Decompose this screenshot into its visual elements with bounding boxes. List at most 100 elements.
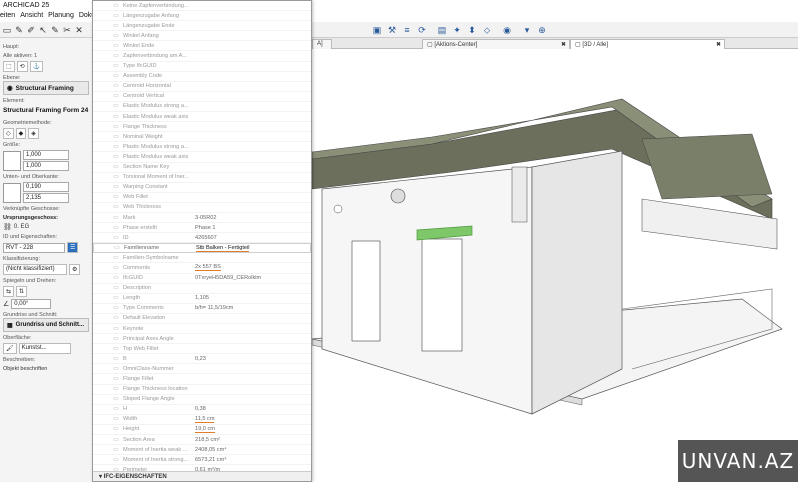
property-row[interactable]: ▭ Type Comments b/h= 11,5/19cm xyxy=(93,304,311,314)
property-row[interactable]: ▭ Elastic Modulus strong a... xyxy=(93,102,311,113)
classification-icon[interactable]: ⚙ xyxy=(69,264,81,275)
property-value[interactable]: 2x 557 BS xyxy=(195,264,221,272)
property-row[interactable]: ▭ Keynote xyxy=(93,324,311,335)
layers-icon[interactable]: ≡ xyxy=(402,25,412,35)
property-value[interactable]: 11,5 cm xyxy=(195,416,215,423)
property-row[interactable]: ▭ B 0,23 xyxy=(93,354,311,365)
property-row[interactable]: ▭ Plastic Modulus weak axis xyxy=(93,152,311,163)
property-row[interactable]: ▭ Height 19,0 cm xyxy=(93,425,311,436)
rotate-icon[interactable]: ⟲ xyxy=(16,61,28,72)
property-value[interactable]: 4265607 xyxy=(195,235,217,241)
property-row[interactable]: ▭ Elastic Modulus weak axis xyxy=(93,112,311,123)
property-value[interactable]: 2408,05 cm⁴ xyxy=(195,447,227,453)
menu-item-planung[interactable]: Planung xyxy=(48,12,74,22)
id-field[interactable]: RVT - 228 xyxy=(3,242,65,253)
property-row[interactable]: ▭ Type IfcGUID xyxy=(93,62,311,72)
property-row[interactable]: ▭ H 0,38 xyxy=(93,405,311,415)
ifc-section-header[interactable]: ▾ IFC-EIGENSCHAFTEN xyxy=(93,471,311,481)
properties-list-icon[interactable]: ☰ xyxy=(67,242,79,253)
property-row[interactable]: ▭ Keine Zapfenverbindung... xyxy=(93,1,311,12)
property-value[interactable]: 19,0 cm xyxy=(195,426,215,433)
property-row[interactable]: ▭ Warping Constant xyxy=(93,183,311,193)
selection-icon[interactable]: ▣ xyxy=(372,25,382,35)
property-value[interactable]: b/h= 11,5/19cm xyxy=(195,305,233,311)
property-row[interactable]: ▭ Principal Axes Angle xyxy=(93,334,311,345)
property-row[interactable]: ▭ Section Area 218,5 cm² xyxy=(93,435,311,446)
property-row[interactable]: ▭ Phase erstellt Phase 1 xyxy=(93,223,311,234)
property-row[interactable]: ▭ Zapfenverbindung am A... xyxy=(93,51,311,62)
pencil-icon[interactable]: ✎ xyxy=(14,25,24,35)
property-row[interactable]: ▭ ID 4265607 xyxy=(93,233,311,244)
property-row[interactable]: ▭ Web Fillet xyxy=(93,193,311,203)
rotate-view-icon[interactable]: ⟳ xyxy=(417,25,427,35)
tab-plan[interactable]: A] xyxy=(312,39,332,49)
label-object-button[interactable]: Objekt beschriften xyxy=(3,366,89,372)
3d-viewport[interactable] xyxy=(311,49,798,482)
property-row[interactable]: ▭ Moment of Inertia strong... 6573,21 cm⁴ xyxy=(93,455,311,466)
size-y-field[interactable]: 1,000 xyxy=(23,161,69,171)
property-row[interactable]: ▭ Längenzugabe Ende xyxy=(93,21,311,32)
property-row[interactable]: ▭ Moment of Inertia weak ... 2408,05 cm⁴ xyxy=(93,445,311,456)
property-row[interactable]: ▭ Description xyxy=(93,284,311,294)
property-row[interactable]: ▭ Flange Thickness location xyxy=(93,385,311,395)
property-value[interactable]: 0TxryeH5DA59_CERolklm xyxy=(195,275,261,281)
property-value[interactable]: 218,5 cm² xyxy=(195,437,220,443)
menu-item-bearbeiten[interactable]: eiten xyxy=(0,12,15,22)
property-row[interactable]: ▭ Winkel Ende xyxy=(93,41,311,52)
geometry-curved-icon[interactable]: ◈ xyxy=(28,128,39,139)
property-row[interactable]: ▭ Sloped Flange Angle xyxy=(93,395,311,405)
size-x-field[interactable]: 1,000 xyxy=(23,150,69,160)
anchor-icon[interactable]: ⚓ xyxy=(29,61,44,72)
property-row[interactable]: ▭ Längenzugabe Anfang xyxy=(93,11,311,22)
property-row[interactable]: ▭ Comments 2x 557 BS xyxy=(93,263,311,274)
property-row[interactable]: ▭ Web Thickness xyxy=(93,203,311,213)
property-row[interactable]: ▭ Length 1,105 xyxy=(93,294,311,304)
property-value[interactable]: 6573,21 cm⁴ xyxy=(195,457,227,463)
wall-tool-icon[interactable]: ▭ xyxy=(2,25,12,35)
bottom-elevation-field[interactable]: 0,190 xyxy=(23,182,69,192)
property-row[interactable]: ▭ Familien-Symbolname xyxy=(93,253,311,264)
property-row[interactable]: ▭ Centroid Horizontal xyxy=(93,82,311,92)
property-row[interactable]: ▭ OmniClass-Nummer xyxy=(93,364,311,375)
property-value[interactable]: Phase 1 xyxy=(195,225,216,231)
property-value[interactable]: 1,105 xyxy=(195,295,209,301)
geometry-straight-icon[interactable]: ◇ xyxy=(3,128,14,139)
property-row[interactable]: ▭ Mark 3-05R02 xyxy=(93,213,311,224)
property-value[interactable]: 3-05R02 xyxy=(195,215,216,221)
property-row[interactable]: ▭ IfcGUID 0TxryeH5DA59_CERolklm xyxy=(93,274,311,284)
pen-icon[interactable]: ✐ xyxy=(26,25,36,35)
tag-icon[interactable]: ⬦ xyxy=(482,25,492,35)
pointer-icon[interactable]: ↖ xyxy=(38,25,48,35)
property-row[interactable]: ▭ Section Name Key xyxy=(93,163,311,173)
top-elevation-field[interactable]: 2,135 xyxy=(23,193,69,203)
layer-selector[interactable]: ◉ Structural Framing xyxy=(3,81,89,95)
property-value[interactable]: 0,38 xyxy=(195,406,206,412)
menu-item-ansicht[interactable]: Ansicht xyxy=(20,12,43,22)
property-row[interactable]: ▭ Nominal Weight xyxy=(93,132,311,143)
close-icon[interactable]: ✖ xyxy=(716,41,721,48)
select-cursor-icon[interactable]: ⬚ xyxy=(3,61,15,72)
close-icon[interactable]: ✖ xyxy=(561,41,566,48)
tool-icon[interactable]: ⚒ xyxy=(387,25,397,35)
property-row[interactable]: ▭ Flange Thickness xyxy=(93,122,311,133)
tab-aktions-center[interactable]: ▢ [Aktions-Center] ✖ xyxy=(422,39,570,49)
view-dropdown-icon[interactable]: ▾ xyxy=(522,25,532,35)
orbit-icon[interactable]: ◉ xyxy=(502,25,512,35)
property-row[interactable]: ▭ Torsional Moment of Iner... xyxy=(93,173,311,183)
cut-icon[interactable]: ✂ xyxy=(62,25,72,35)
angle-field[interactable]: 0,00° xyxy=(11,299,52,309)
property-row[interactable]: ▭ Width 11,5 cm xyxy=(93,415,311,425)
property-row[interactable]: ▭ Top Web Fillet xyxy=(93,344,311,355)
flip-icon[interactable]: ⇅ xyxy=(16,286,28,297)
zoom-icon[interactable]: ⊕ xyxy=(537,25,547,35)
property-row[interactable]: ▭ Flange Fillet xyxy=(93,374,311,385)
property-row[interactable]: ▭ Default Elevation xyxy=(93,314,311,324)
property-row[interactable]: ▭ Winkel Anfang xyxy=(93,31,311,42)
wrench-icon[interactable]: ✦ xyxy=(452,25,462,35)
edit-icon[interactable]: ✎ xyxy=(50,25,60,35)
filter-icon[interactable]: ⬍ xyxy=(467,25,477,35)
tab-3d-alle[interactable]: ▢ [3D / Alle] ✖ xyxy=(570,39,725,49)
classification-value[interactable]: (Nicht klassifiziert) xyxy=(3,264,67,275)
property-row[interactable]: ▭ Plastic Modulus strong a... xyxy=(93,142,311,153)
property-value[interactable]: Stb Balken - Fertigteil xyxy=(196,245,250,252)
